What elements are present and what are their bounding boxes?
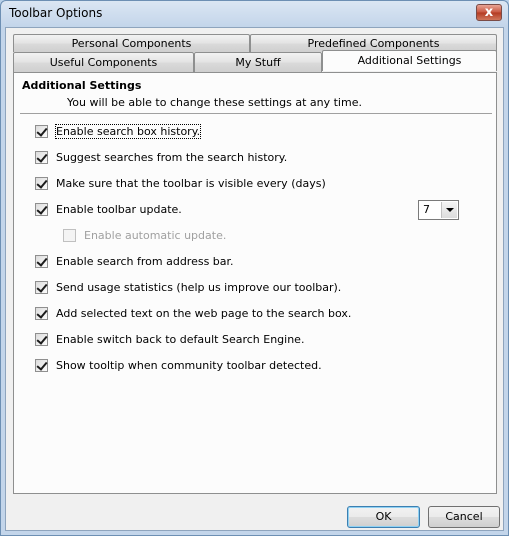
additional-settings-panel: Additional Settings You will be able to …	[13, 72, 497, 494]
days-select-value: 7	[423, 203, 430, 216]
tab-useful-components[interactable]: Useful Components	[13, 52, 194, 72]
window-title: Toolbar Options	[9, 6, 103, 20]
tab-label: Personal Components	[71, 37, 192, 50]
checkbox-show-tooltip[interactable]	[35, 359, 48, 372]
tab-my-stuff[interactable]: My Stuff	[194, 52, 322, 72]
checkbox-switch-back-search-engine[interactable]	[35, 333, 48, 346]
section-divider	[20, 113, 492, 114]
option-label: Suggest searches from the search history…	[56, 151, 288, 164]
checkbox-add-selected-text[interactable]	[35, 307, 48, 320]
close-button[interactable]: x	[476, 4, 502, 21]
tab-personal-components[interactable]: Personal Components	[13, 34, 250, 52]
option-label: Enable search box history.	[54, 124, 202, 139]
tab-label: Additional Settings	[357, 54, 462, 67]
ok-button[interactable]: OK	[347, 506, 420, 528]
tab-label: Predefined Components	[307, 37, 440, 50]
section-subtitle: You will be able to change these setting…	[67, 96, 362, 109]
chevron-down-icon[interactable]	[441, 202, 457, 218]
option-label: Enable toolbar update.	[56, 203, 182, 216]
option-label: Enable automatic update.	[84, 229, 227, 242]
checkbox-search-from-address-bar[interactable]	[35, 255, 48, 268]
cancel-button[interactable]: Cancel	[428, 506, 500, 528]
checkbox-toolbar-visible[interactable]	[35, 177, 48, 190]
checkbox-usage-statistics[interactable]	[35, 281, 48, 294]
section-title: Additional Settings	[22, 79, 142, 92]
option-label: Make sure that the toolbar is visible ev…	[56, 177, 326, 190]
option-label: Show tooltip when community toolbar dete…	[56, 359, 322, 372]
checkbox-search-box-history[interactable]	[35, 125, 48, 138]
tab-additional-settings[interactable]: Additional Settings	[322, 50, 497, 71]
checkbox-suggest-searches[interactable]	[35, 151, 48, 164]
cancel-button-label: Cancel	[445, 510, 483, 523]
option-label: Add selected text on the web page to the…	[56, 307, 352, 320]
checkbox-automatic-update	[63, 229, 76, 242]
title-bar[interactable]: Toolbar Options x	[1, 1, 508, 27]
option-label: Send usage statistics (help us improve o…	[56, 281, 342, 294]
tab-label: My Stuff	[235, 56, 281, 69]
option-label: Enable switch back to default Search Eng…	[56, 333, 305, 346]
tab-label: Useful Components	[49, 56, 158, 69]
dialog-client-area: SOFTPEDIA www.softpedia.com Personal Com…	[5, 27, 504, 531]
toolbar-options-window: Toolbar Options x SOFTPEDIA www.softpedi…	[0, 0, 509, 536]
ok-button-label: OK	[375, 510, 392, 523]
checkbox-toolbar-update[interactable]	[35, 203, 48, 216]
option-label: Enable search from address bar.	[56, 255, 234, 268]
days-select[interactable]: 7	[418, 200, 459, 220]
close-icon: x	[484, 5, 494, 20]
